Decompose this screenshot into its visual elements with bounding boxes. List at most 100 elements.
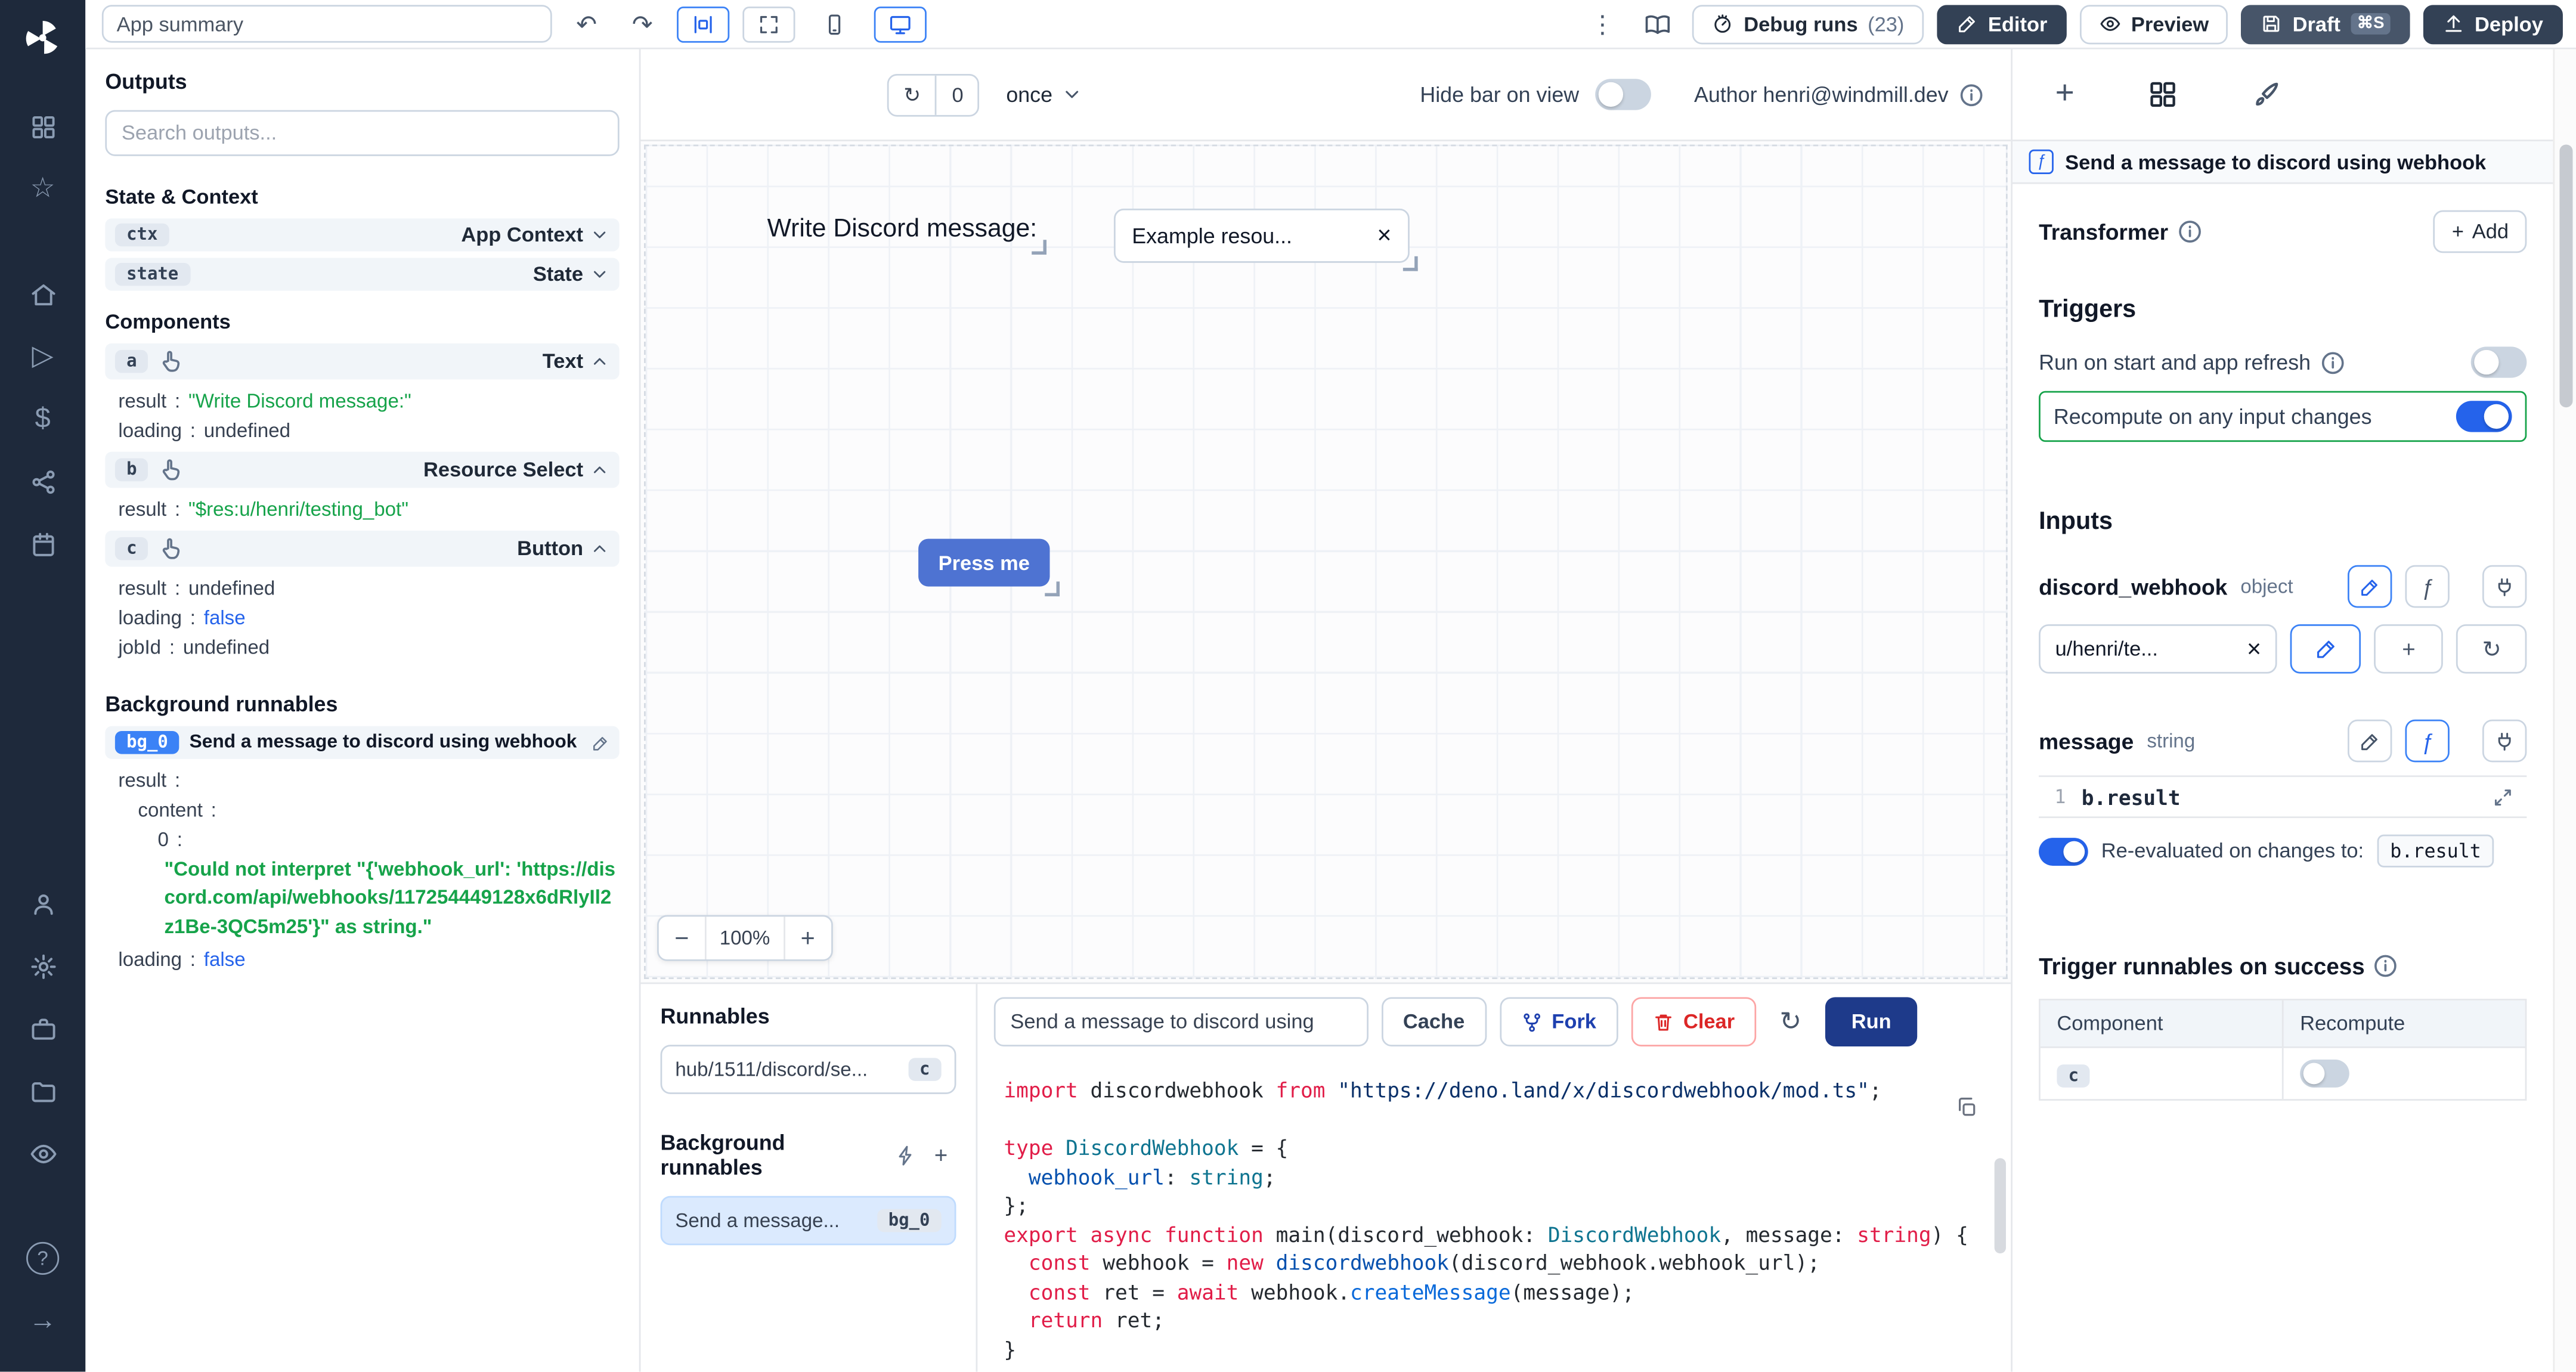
collapse-sidebar-icon[interactable]: → bbox=[17, 1294, 69, 1347]
transformer-label: Transformer bbox=[2039, 219, 2168, 244]
preview-mode-button[interactable]: Preview bbox=[2080, 4, 2229, 44]
settings-gear-icon[interactable] bbox=[17, 940, 69, 992]
copy-code-button[interactable] bbox=[1955, 1096, 1979, 1126]
tab-insert-component[interactable]: + bbox=[2055, 76, 2075, 113]
chevron-up-icon[interactable] bbox=[590, 460, 609, 479]
kanban-icon[interactable] bbox=[17, 100, 69, 153]
chevron-down-icon[interactable] bbox=[590, 225, 609, 244]
refresh-count: 0 bbox=[936, 75, 979, 114]
home-icon[interactable] bbox=[17, 268, 69, 320]
clear-selection-icon[interactable]: × bbox=[1377, 222, 1391, 250]
runnable-item-bg0[interactable]: Send a message... bg_0 bbox=[661, 1196, 956, 1246]
draft-shortcut: ⌘S bbox=[2351, 13, 2391, 35]
refresh-run-button[interactable]: ↻ bbox=[1769, 1004, 1812, 1040]
workspace-briefcase-icon[interactable] bbox=[17, 1002, 69, 1055]
users-icon[interactable] bbox=[17, 877, 69, 930]
expand-editor-icon[interactable] bbox=[2492, 786, 2513, 807]
chevron-up-icon[interactable] bbox=[590, 352, 609, 371]
info-icon[interactable] bbox=[2373, 953, 2399, 979]
mobile-view-button[interactable] bbox=[809, 6, 861, 42]
line-number: 1 bbox=[2039, 785, 2082, 809]
add-transformer-button[interactable]: +Add bbox=[2434, 210, 2527, 253]
info-icon[interactable] bbox=[2319, 349, 2345, 375]
add-background-runnable-button[interactable]: + bbox=[926, 1137, 956, 1173]
scrollbar-thumb[interactable] bbox=[2559, 144, 2572, 407]
draft-button[interactable]: Draft ⌘S bbox=[2241, 4, 2410, 44]
desktop-view-button[interactable] bbox=[874, 6, 927, 42]
resize-handle[interactable] bbox=[1403, 256, 1418, 271]
window-scrollbar[interactable] bbox=[2553, 49, 2576, 1372]
chevron-up-icon[interactable] bbox=[590, 539, 609, 559]
dw-connect-button[interactable] bbox=[2482, 565, 2527, 608]
dw-edit-resource-button[interactable] bbox=[2291, 624, 2361, 674]
output-row-component-c[interactable]: c Button bbox=[105, 531, 619, 567]
undo-button[interactable]: ↶ bbox=[565, 6, 608, 42]
app-canvas[interactable]: Write Discord message: Example resou... … bbox=[640, 141, 2011, 983]
runnable-item-c[interactable]: hub/1511/discord/se... c bbox=[661, 1045, 956, 1094]
code-scrollbar-thumb[interactable] bbox=[1995, 1158, 2006, 1253]
msg-edit-button[interactable] bbox=[2348, 720, 2392, 763]
code-editor[interactable]: import discordwebhook from "https://deno… bbox=[977, 1060, 2011, 1371]
clear-resource-icon[interactable]: × bbox=[2247, 635, 2261, 663]
chevron-down-icon[interactable] bbox=[590, 265, 609, 284]
clear-button[interactable]: Clear bbox=[1631, 997, 1756, 1046]
output-row-component-b[interactable]: b Resource Select bbox=[105, 452, 619, 488]
run-on-start-toggle[interactable] bbox=[2471, 346, 2527, 377]
info-icon[interactable] bbox=[2176, 218, 2203, 244]
msg-expression-editor[interactable]: 1 b.result bbox=[2039, 775, 2527, 818]
hide-bar-toggle[interactable] bbox=[1596, 79, 1652, 110]
info-icon[interactable] bbox=[1958, 81, 1984, 107]
dw-edit-button[interactable] bbox=[2348, 565, 2392, 608]
redo-button[interactable]: ↷ bbox=[621, 6, 664, 42]
edit-pencil-icon[interactable] bbox=[592, 733, 609, 751]
variables-dollar-icon[interactable]: $ bbox=[17, 392, 69, 445]
runnable-name-input[interactable] bbox=[994, 997, 1368, 1046]
msg-expression-button[interactable]: ƒ bbox=[2405, 720, 2449, 763]
more-menu-button[interactable]: ⋮ bbox=[1581, 6, 1624, 42]
docs-button[interactable] bbox=[1637, 6, 1680, 42]
resource-select-component-b[interactable]: Example resou... × bbox=[1114, 209, 1410, 263]
output-row-state[interactable]: state State bbox=[105, 258, 619, 291]
output-row-component-a[interactable]: a Text bbox=[105, 343, 619, 380]
folders-icon[interactable] bbox=[17, 1064, 69, 1117]
app-summary-input[interactable] bbox=[102, 5, 552, 42]
run-button[interactable]: Run bbox=[1825, 997, 1918, 1046]
tab-component-settings[interactable] bbox=[2147, 79, 2178, 110]
help-icon[interactable]: ? bbox=[17, 1232, 69, 1284]
resources-share-icon[interactable] bbox=[17, 455, 69, 507]
resize-handle[interactable] bbox=[1032, 240, 1047, 255]
recompute-c-toggle[interactable] bbox=[2300, 1060, 2349, 1088]
refresh-icon: ↻ bbox=[903, 82, 921, 107]
debug-runs-button[interactable]: Debug runs (23) bbox=[1693, 4, 1924, 44]
dw-refresh-resource-button[interactable]: ↻ bbox=[2457, 624, 2527, 674]
audit-eye-icon[interactable] bbox=[17, 1127, 69, 1179]
dw-resource-input[interactable]: u/henri/te... × bbox=[2039, 624, 2278, 674]
dw-add-resource-button[interactable]: + bbox=[2374, 624, 2444, 674]
deploy-button[interactable]: Deploy bbox=[2424, 4, 2563, 44]
output-row-ctx[interactable]: ctx App Context bbox=[105, 218, 619, 251]
runs-play-icon[interactable]: ▷ bbox=[17, 330, 69, 383]
fullscreen-button[interactable] bbox=[742, 6, 795, 42]
selected-runnable-header: ƒ Send a message to discord using webhoo… bbox=[2012, 141, 2553, 184]
msg-connect-button[interactable] bbox=[2482, 720, 2527, 763]
text-component-a[interactable]: Write Discord message: bbox=[767, 215, 1037, 245]
search-outputs-input[interactable] bbox=[105, 110, 619, 156]
fork-button[interactable]: Fork bbox=[1499, 997, 1618, 1046]
schedules-calendar-icon[interactable] bbox=[17, 518, 69, 570]
dw-expression-button[interactable]: ƒ bbox=[2405, 565, 2449, 608]
reeval-toggle[interactable] bbox=[2039, 837, 2088, 865]
interval-value: once bbox=[1006, 82, 1052, 107]
output-row-bg0[interactable]: bg_0 Send a message to discord using web… bbox=[105, 726, 619, 759]
refresh-app-button[interactable]: ↻ bbox=[889, 75, 936, 114]
favorites-star-icon[interactable]: ☆ bbox=[17, 163, 69, 215]
refresh-interval-dropdown[interactable]: once bbox=[1006, 82, 1082, 107]
zoom-in-button[interactable]: + bbox=[785, 924, 831, 952]
resize-handle[interactable] bbox=[1045, 581, 1060, 596]
zoom-out-button[interactable]: − bbox=[659, 924, 705, 952]
editor-mode-button[interactable]: Editor bbox=[1937, 4, 2067, 44]
button-component-c[interactable]: Press me bbox=[918, 539, 1049, 587]
recompute-toggle[interactable] bbox=[2456, 401, 2512, 432]
tab-styling-brush[interactable] bbox=[2250, 79, 2281, 110]
component-outline-button[interactable] bbox=[677, 6, 729, 42]
cache-button[interactable]: Cache bbox=[1382, 997, 1486, 1046]
